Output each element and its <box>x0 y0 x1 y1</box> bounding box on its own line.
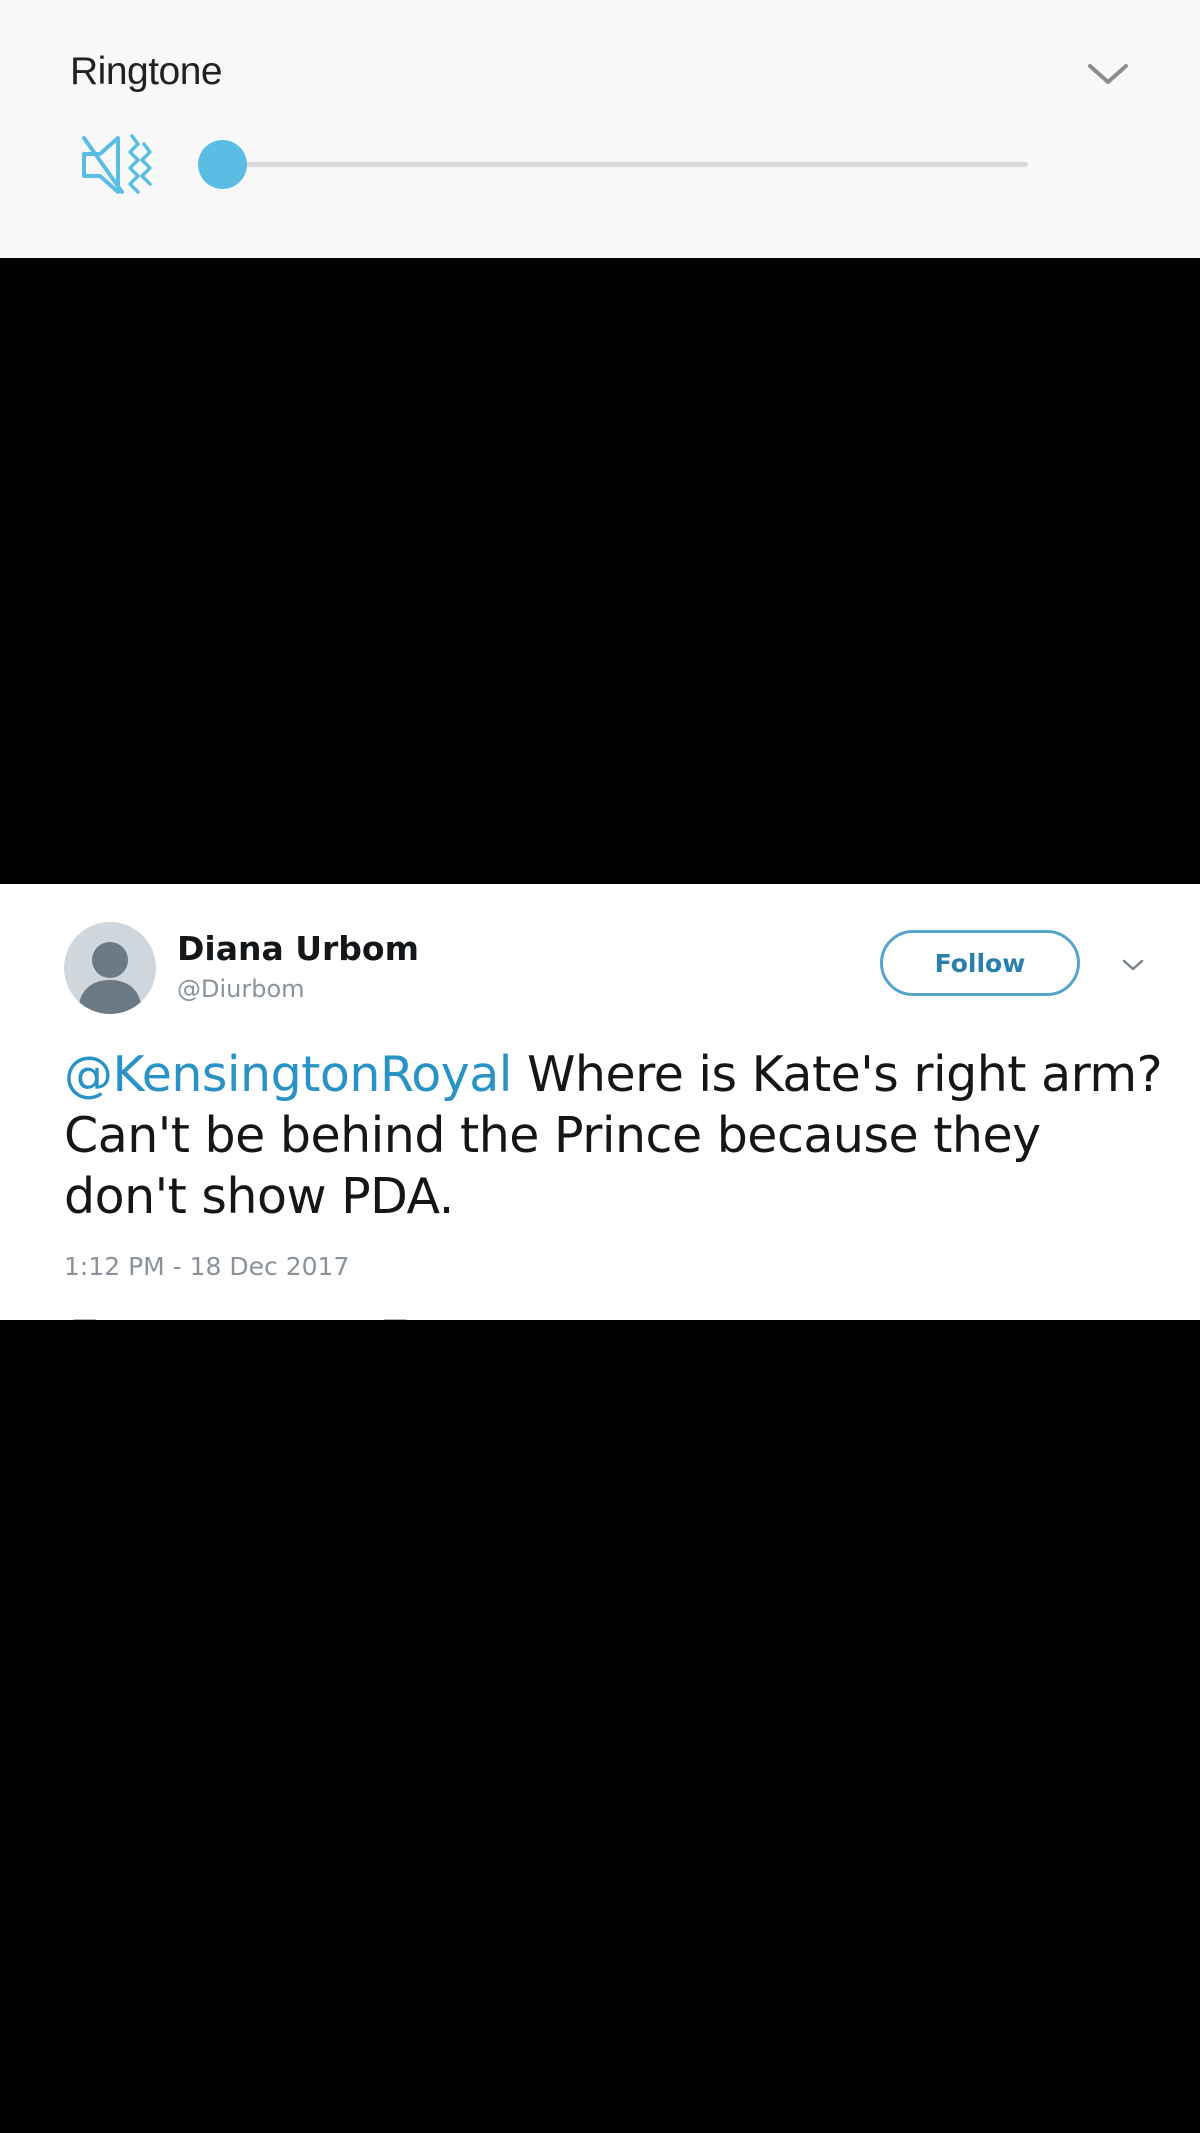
tweet-author-handle: @Diurbom <box>177 975 305 1003</box>
slider-thumb[interactable] <box>198 140 247 189</box>
screen: Ringtone Diana Urbom @Diurbom Follow @Ke… <box>0 0 1200 2133</box>
ringtone-volume-slider[interactable] <box>198 140 1028 190</box>
chevron-down-icon <box>1122 959 1144 971</box>
default-avatar-icon <box>78 942 142 1014</box>
slider-track <box>222 162 1028 167</box>
tweet-actions-row <box>64 1312 464 1320</box>
tweet-card: Diana Urbom @Diurbom Follow @KensingtonR… <box>0 884 1200 1320</box>
tweet-more-button[interactable] <box>1118 950 1148 980</box>
tweet-mention-link[interactable]: @KensingtonRoyal <box>64 1046 512 1103</box>
volume-stream-title: Ringtone <box>70 50 223 93</box>
tweet-author-name: Diana Urbom <box>177 929 419 968</box>
expand-volume-button[interactable] <box>1080 52 1136 96</box>
tweet-text: @KensingtonRoyal Where is Kate's right a… <box>64 1044 1174 1227</box>
avatar <box>64 922 156 1014</box>
reply-icon <box>74 1319 406 1320</box>
volume-panel: Ringtone <box>0 0 1200 258</box>
follow-button[interactable]: Follow <box>880 930 1080 996</box>
chevron-down-icon <box>1088 64 1128 84</box>
tweet-timestamp: 1:12 PM - 18 Dec 2017 <box>64 1252 350 1281</box>
mute-toggle-button[interactable] <box>78 130 154 200</box>
speaker-vibrate-icon <box>82 134 152 194</box>
